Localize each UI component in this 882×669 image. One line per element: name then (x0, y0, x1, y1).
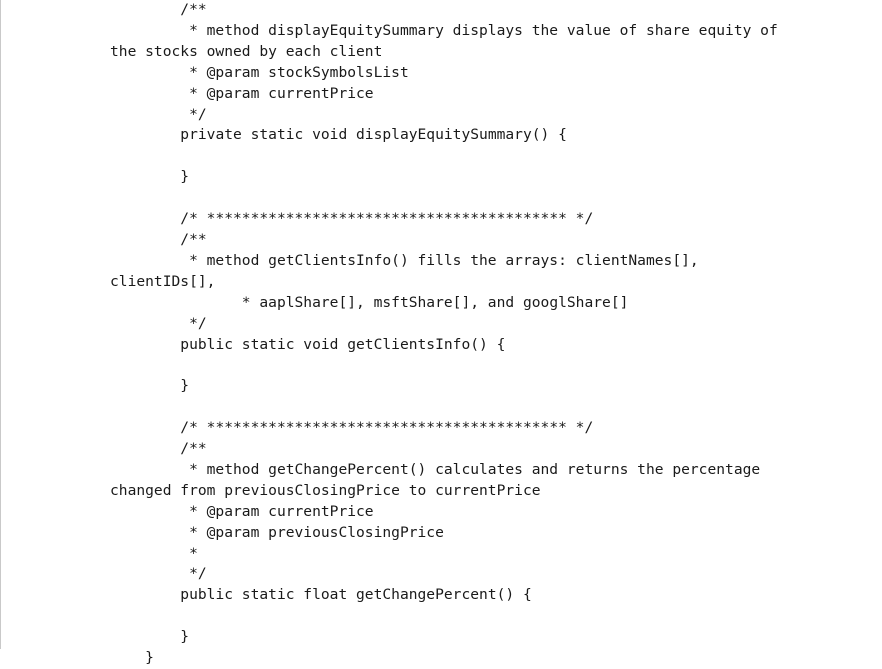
code-pane: /** * method displayEquitySummary displa… (0, 0, 882, 666)
source-code-text[interactable]: /** * method displayEquitySummary displa… (110, 0, 810, 669)
